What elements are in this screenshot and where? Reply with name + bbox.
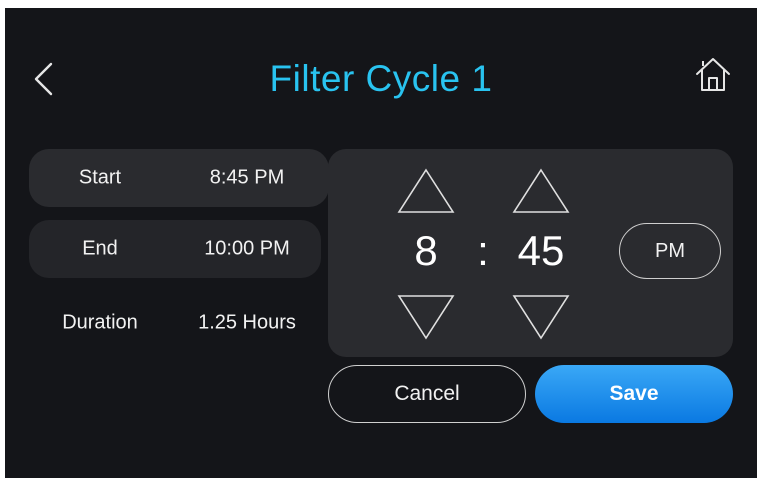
triangle-down-icon <box>397 295 455 340</box>
time-separator: : <box>477 227 489 274</box>
triangle-up-icon <box>512 168 570 213</box>
start-time-row[interactable]: Start 8:45 PM <box>29 149 329 207</box>
app-screen: Filter Cycle 1 Start 8:45 PM End 10:00 P… <box>5 8 757 478</box>
hour-value[interactable]: 8 <box>396 227 456 275</box>
duration-label: Duration <box>62 311 138 334</box>
triangle-down-icon <box>512 295 570 340</box>
hour-up-button[interactable] <box>396 167 456 215</box>
am-pm-toggle[interactable]: PM <box>619 223 721 279</box>
page-title: Filter Cycle 1 <box>269 58 493 99</box>
minute-up-button[interactable] <box>511 167 571 215</box>
home-button[interactable] <box>691 52 735 96</box>
hour-down-button[interactable] <box>396 293 456 341</box>
time-picker: 8 : 45 PM <box>328 149 733 357</box>
end-value: 10:00 PM <box>204 237 290 260</box>
duration-value: 1.25 Hours <box>198 311 296 334</box>
cancel-button[interactable]: Cancel <box>328 365 526 423</box>
minute-down-button[interactable] <box>511 293 571 341</box>
save-button[interactable]: Save <box>535 365 733 423</box>
start-label: Start <box>78 166 122 189</box>
end-label: End <box>82 237 118 260</box>
minute-value[interactable]: 45 <box>511 227 571 275</box>
home-icon <box>696 58 730 91</box>
start-value: 8:45 PM <box>209 166 285 189</box>
end-time-row[interactable]: End 10:00 PM <box>29 220 321 278</box>
duration-row: Duration 1.25 Hours <box>29 294 329 352</box>
triangle-up-icon <box>397 168 455 213</box>
